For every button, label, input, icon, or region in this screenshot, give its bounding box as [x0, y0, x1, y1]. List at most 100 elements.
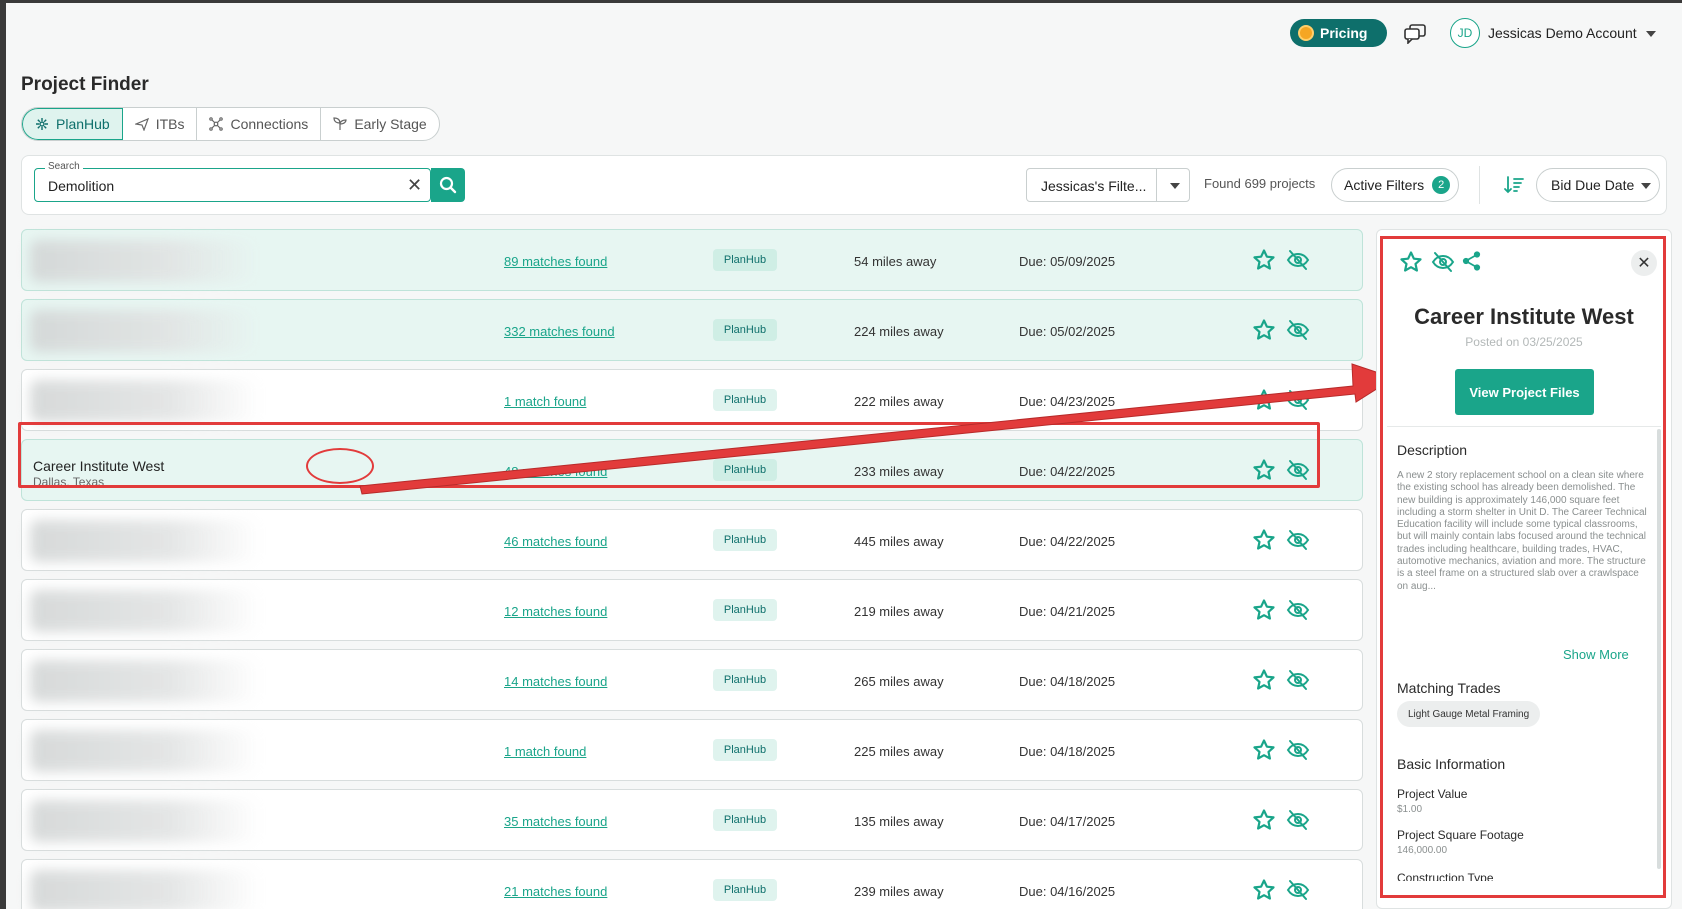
eye-off-icon[interactable] [1286, 739, 1310, 761]
account-name[interactable]: Jessicas Demo Account [1488, 25, 1637, 41]
distance: 54 miles away [854, 254, 937, 269]
matches-link[interactable]: 14 matches found [504, 674, 607, 689]
due-date: Due: 04/18/2025 [1019, 674, 1116, 689]
matches-link[interactable]: 21 matches found [504, 884, 607, 899]
eye-off-icon[interactable] [1286, 459, 1310, 481]
coin-icon [1298, 25, 1314, 41]
page-title: Project Finder [21, 74, 149, 95]
star-icon[interactable] [1252, 738, 1276, 762]
matches-link[interactable]: 46 matches found [504, 534, 607, 549]
project-row[interactable]: 14 matches found PlanHub 265 miles away … [21, 649, 1363, 711]
pricing-button[interactable]: Pricing [1290, 19, 1387, 47]
saved-filter-select[interactable]: Jessicas's Filte... [1026, 168, 1190, 202]
sort-icon[interactable] [1503, 174, 1525, 196]
tab-early-stage[interactable]: Early Stage [321, 108, 438, 140]
source-badge: PlanHub [713, 669, 777, 691]
tab-planhub[interactable]: PlanHub [22, 108, 123, 140]
tab-itbs[interactable]: ITBs [123, 108, 198, 140]
sort-value: Bid Due Date [1551, 177, 1635, 193]
show-more-link[interactable]: Show More [1563, 647, 1629, 662]
blurred-project-name [30, 310, 260, 352]
star-icon[interactable] [1252, 318, 1276, 342]
send-icon [134, 117, 149, 131]
matches-link[interactable]: 12 matches found [504, 604, 607, 619]
eye-off-icon[interactable] [1431, 251, 1455, 273]
posted-date: Posted on 03/25/2025 [1465, 335, 1583, 349]
star-icon[interactable] [1252, 528, 1276, 552]
project-location: Dallas, Texas [33, 475, 105, 489]
square-footage-value: 146,000.00 [1397, 845, 1448, 856]
chat-icon[interactable] [1404, 24, 1426, 44]
search-value[interactable]: Demolition [48, 178, 114, 194]
star-icon[interactable] [1399, 250, 1423, 274]
due-date: Due: 04/22/2025 [1019, 534, 1116, 549]
eye-off-icon[interactable] [1286, 879, 1310, 901]
project-value-label: Project Value [1397, 787, 1468, 801]
eye-off-icon[interactable] [1286, 529, 1310, 551]
project-name: Career Institute West [33, 458, 165, 474]
star-icon[interactable] [1252, 878, 1276, 902]
tab-label: ITBs [155, 116, 185, 132]
star-icon[interactable] [1252, 668, 1276, 692]
active-filters-button[interactable]: Active Filters 2 [1331, 168, 1459, 202]
eye-off-icon[interactable] [1286, 599, 1310, 621]
project-row[interactable]: 1 match found PlanHub 225 miles away Due… [21, 719, 1363, 781]
matches-link[interactable]: 1 match found [504, 394, 586, 409]
tab-label: PlanHub [56, 116, 110, 132]
matches-link[interactable]: 89 matches found [504, 254, 607, 269]
avatar[interactable]: JD [1450, 18, 1480, 48]
filter-count-badge: 2 [1432, 176, 1451, 194]
eye-off-icon[interactable] [1286, 669, 1310, 691]
distance: 219 miles away [854, 604, 944, 619]
blurred-project-name [30, 870, 260, 909]
star-icon[interactable] [1252, 808, 1276, 832]
project-row[interactable]: 21 matches found PlanHub 239 miles away … [21, 859, 1363, 909]
share-icon[interactable] [1462, 251, 1482, 271]
matches-link[interactable]: 1 match found [504, 744, 586, 759]
eye-off-icon[interactable] [1286, 249, 1310, 271]
distance: 445 miles away [854, 534, 944, 549]
project-detail-panel: ✕ Career Institute West Posted on 03/25/… [1376, 229, 1672, 909]
distance: 135 miles away [854, 814, 944, 829]
project-row[interactable]: Career Institute West Dallas, Texas 48 m… [21, 439, 1363, 501]
star-icon[interactable] [1252, 388, 1276, 412]
blurred-project-name [30, 520, 260, 562]
star-icon[interactable] [1252, 458, 1276, 482]
blurred-project-name [30, 240, 260, 282]
star-icon[interactable] [1252, 598, 1276, 622]
view-project-files-button[interactable]: View Project Files [1455, 369, 1594, 415]
square-footage-label: Project Square Footage [1397, 828, 1524, 842]
chevron-down-icon[interactable] [1170, 183, 1180, 189]
eye-off-icon[interactable] [1286, 809, 1310, 831]
distance: 222 miles away [854, 394, 944, 409]
eye-off-icon[interactable] [1286, 319, 1310, 341]
close-icon: ✕ [1637, 255, 1651, 272]
matches-link[interactable]: 35 matches found [504, 814, 607, 829]
distance: 265 miles away [854, 674, 944, 689]
project-row[interactable]: 1 match found PlanHub 222 miles away Due… [21, 369, 1363, 431]
project-row[interactable]: 89 matches found PlanHub 54 miles away D… [21, 229, 1363, 291]
project-row[interactable]: 12 matches found PlanHub 219 miles away … [21, 579, 1363, 641]
active-filters-label: Active Filters [1344, 177, 1425, 193]
eye-off-icon[interactable] [1286, 389, 1310, 411]
description-heading: Description [1397, 442, 1468, 458]
project-row[interactable]: 35 matches found PlanHub 135 miles away … [21, 789, 1363, 851]
project-row[interactable]: 46 matches found PlanHub 445 miles away … [21, 509, 1363, 571]
chevron-down-icon[interactable] [1646, 31, 1656, 37]
close-icon[interactable]: ✕ [407, 176, 422, 194]
due-date: Due: 04/23/2025 [1019, 394, 1116, 409]
search-button[interactable] [431, 168, 465, 202]
close-button[interactable]: ✕ [1631, 250, 1657, 276]
search-input[interactable]: Search Demolition ✕ [34, 161, 431, 202]
detail-title: Career Institute West [1414, 304, 1634, 329]
project-row[interactable]: 332 matches found PlanHub 224 miles away… [21, 299, 1363, 361]
due-date: Due: 04/22/2025 [1019, 464, 1116, 479]
matches-link[interactable]: 332 matches found [504, 324, 615, 339]
sort-select[interactable]: Bid Due Date [1536, 168, 1660, 202]
star-icon[interactable] [1252, 248, 1276, 272]
scrollbar[interactable] [1657, 429, 1661, 869]
pricing-label: Pricing [1320, 25, 1368, 41]
tab-connections[interactable]: Connections [197, 108, 322, 140]
matching-trades-heading: Matching Trades [1397, 680, 1501, 696]
matches-link[interactable]: 48 matches found [504, 464, 607, 479]
